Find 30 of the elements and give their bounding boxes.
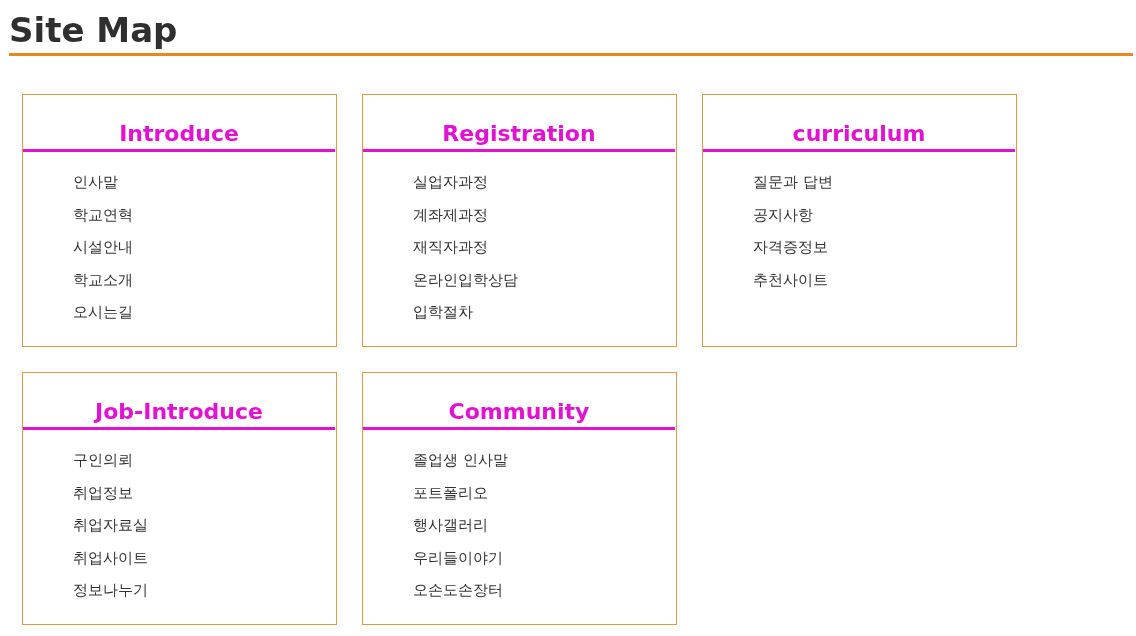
sitemap-link[interactable]: 계좌제과정 (413, 206, 488, 223)
sitemap-link[interactable]: 정보나누기 (73, 582, 148, 598)
section-heading: Registration (363, 95, 675, 152)
sitemap-link[interactable]: 행사갤러리 (413, 517, 488, 533)
sitemap-link[interactable]: 시설안내 (73, 239, 133, 255)
sitemap-link[interactable]: 취업자료실 (73, 517, 148, 533)
sitemap-link[interactable]: 우리들이야기 (413, 549, 503, 566)
section-heading: Job-Introduce (23, 373, 335, 430)
sitemap-link[interactable]: 온라인입학상담 (413, 271, 518, 288)
section-heading: Community (363, 373, 675, 430)
sitemap-link[interactable]: 오시는길 (73, 304, 133, 320)
sitemap-link[interactable]: 포트폴리오 (413, 484, 488, 501)
sitemap-link[interactable]: 학교소개 (73, 271, 133, 288)
sitemap-link[interactable]: 추천사이트 (753, 271, 828, 288)
sitemap-link[interactable]: 학교연혁 (73, 206, 133, 223)
page-title: Site Map (9, 9, 1133, 56)
sitemap-link[interactable]: 취업사이트 (73, 549, 148, 566)
sitemap-link[interactable]: 오손도손장터 (413, 582, 503, 598)
sitemap-link[interactable]: 입학절차 (413, 304, 473, 320)
section-heading: curriculum (703, 95, 1015, 152)
sitemap-link[interactable]: 졸업생 인사말 (413, 452, 508, 468)
sitemap-link[interactable]: 취업정보 (73, 484, 133, 501)
section-heading: Introduce (23, 95, 335, 152)
sitemap-link[interactable]: 공지사항 (753, 206, 813, 223)
sitemap-link[interactable]: 질문과 답변 (753, 174, 833, 190)
sitemap-link[interactable]: 재직자과정 (413, 239, 488, 255)
sitemap-link[interactable]: 자격증정보 (753, 239, 828, 255)
sitemap-link[interactable]: 인사말 (73, 174, 118, 190)
sitemap-link[interactable]: 구인의뢰 (73, 452, 133, 468)
sitemap-link[interactable]: 실업자과정 (413, 174, 488, 190)
